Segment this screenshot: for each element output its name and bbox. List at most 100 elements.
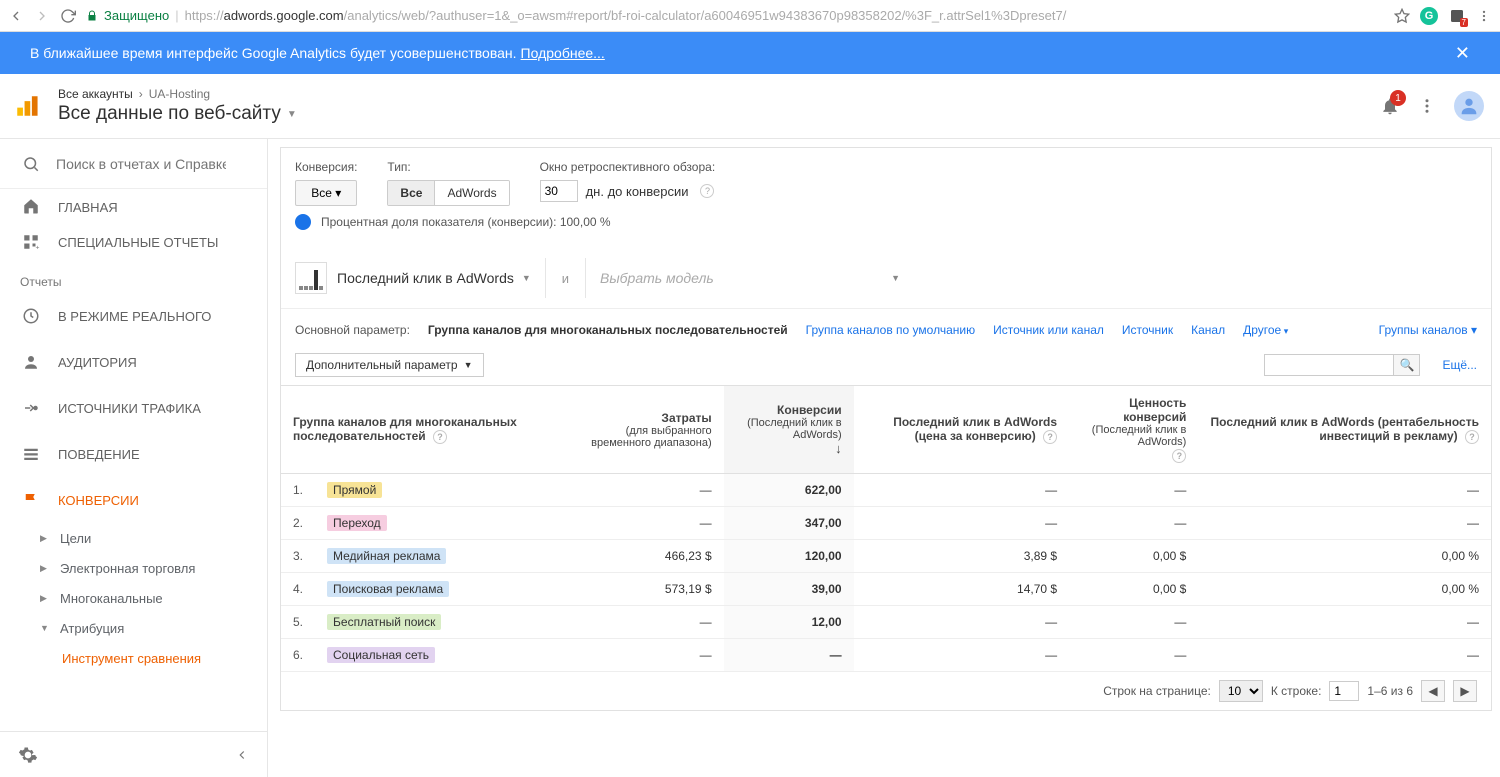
col-cpa[interactable]: Последний клик в AdWords (цена за конвер… bbox=[854, 386, 1069, 474]
extension-icon[interactable]: 7 bbox=[1448, 7, 1466, 25]
dim-tab-2[interactable]: Источник или канал bbox=[993, 315, 1104, 345]
dashboard-icon: + bbox=[22, 233, 40, 251]
model-dropdown[interactable]: Последний клик в AdWords▼ bbox=[337, 270, 531, 286]
user-icon bbox=[22, 353, 40, 371]
type-label: Тип: bbox=[387, 160, 509, 174]
sidebar-sub-attribution[interactable]: ▼Атрибуция bbox=[0, 613, 267, 643]
dim-tab-4[interactable]: Канал bbox=[1191, 315, 1225, 345]
rows-per-page-select[interactable]: 10 bbox=[1219, 680, 1263, 702]
sidebar-item-home[interactable]: ГЛАВНАЯ bbox=[0, 189, 267, 219]
channel-groups-dropdown[interactable]: Группы каналов ▾ bbox=[1379, 323, 1477, 337]
lookback-input[interactable] bbox=[540, 180, 578, 202]
table-row[interactable]: 2.Переход—347,00——— bbox=[281, 507, 1491, 540]
browser-toolbar: Защищено | https://adwords.google.com/an… bbox=[0, 0, 1500, 32]
analytics-logo-icon bbox=[14, 93, 40, 119]
table-search-button[interactable]: 🔍 bbox=[1394, 354, 1420, 376]
reload-icon[interactable] bbox=[60, 8, 76, 24]
model-icon bbox=[295, 262, 327, 294]
conversion-dropdown[interactable]: Все ▾ bbox=[295, 180, 357, 206]
notif-badge: 1 bbox=[1390, 90, 1406, 106]
pager: Строк на странице: 10 К строке: 1–6 из 6… bbox=[281, 672, 1491, 710]
breadcrumb[interactable]: Все аккаунты›UA-Hosting bbox=[58, 87, 297, 101]
goto-row-input[interactable] bbox=[1329, 681, 1359, 701]
col-roi[interactable]: Последний клик в AdWords (рентабельность… bbox=[1198, 386, 1491, 474]
search-input[interactable] bbox=[56, 156, 226, 172]
secure-label: Защищено bbox=[104, 8, 169, 23]
sidebar-search[interactable] bbox=[0, 139, 267, 189]
address-bar[interactable]: Защищено | https://adwords.google.com/an… bbox=[86, 8, 1384, 23]
goto-row-label: К строке: bbox=[1271, 684, 1322, 698]
star-icon[interactable] bbox=[1394, 8, 1410, 24]
sidebar-item-realtime[interactable]: В РЕЖИМЕ РЕАЛЬНОГО bbox=[0, 293, 267, 339]
apps-icon[interactable] bbox=[1418, 97, 1436, 115]
table-row[interactable]: 5.Бесплатный поиск—12,00——— bbox=[281, 606, 1491, 639]
app-header: Все аккаунты›UA-Hosting Все данные по ве… bbox=[0, 74, 1500, 139]
pie-icon bbox=[295, 214, 311, 230]
col-conversions[interactable]: Конверсии(Последний клик в AdWords) ↓ bbox=[724, 386, 854, 474]
dim-tab-0[interactable]: Группа каналов для многоканальных послед… bbox=[428, 315, 788, 345]
flag-icon bbox=[22, 491, 40, 509]
dim-tab-3[interactable]: Источник bbox=[1122, 315, 1173, 345]
table-row[interactable]: 3.Медийная реклама466,23 $120,003,89 $0,… bbox=[281, 540, 1491, 573]
update-banner: В ближайшее время интерфейс Google Analy… bbox=[0, 32, 1500, 74]
sidebar-item-custom[interactable]: + СПЕЦИАЛЬНЫЕ ОТЧЕТЫ bbox=[0, 219, 267, 265]
search-icon bbox=[22, 155, 40, 173]
grammarly-icon[interactable]: G bbox=[1420, 7, 1438, 25]
dim-tab-1[interactable]: Группа каналов по умолчанию bbox=[806, 315, 975, 345]
type-toggle: Все AdWords bbox=[387, 180, 509, 206]
url-text: https://adwords.google.com/analytics/web… bbox=[185, 8, 1067, 23]
menu-icon[interactable] bbox=[1476, 8, 1492, 24]
close-icon[interactable]: ✕ bbox=[1455, 43, 1470, 64]
primary-dim-label: Основной параметр: bbox=[295, 323, 410, 337]
conversion-label: Конверсия: bbox=[295, 160, 357, 174]
sidebar: ГЛАВНАЯ + СПЕЦИАЛЬНЫЕ ОТЧЕТЫ Отчеты В РЕ… bbox=[0, 139, 268, 777]
more-link[interactable]: Ещё... bbox=[1442, 358, 1477, 372]
type-all[interactable]: Все bbox=[388, 181, 435, 205]
col-channel-group[interactable]: Группа каналов для многоканальных послед… bbox=[281, 386, 564, 474]
data-table: Группа каналов для многоканальных послед… bbox=[281, 385, 1491, 672]
pager-range: 1–6 из 6 bbox=[1367, 684, 1413, 698]
collapse-icon[interactable] bbox=[235, 748, 249, 762]
list-icon bbox=[22, 445, 40, 463]
back-icon[interactable] bbox=[8, 8, 24, 24]
pct-text: Процентная доля показателя (конверсии): … bbox=[321, 215, 611, 229]
clock-icon bbox=[22, 307, 40, 325]
sidebar-sub-goals[interactable]: ▶Цели bbox=[0, 523, 267, 553]
banner-text: В ближайшее время интерфейс Google Analy… bbox=[30, 45, 517, 61]
share-icon bbox=[22, 399, 40, 417]
sidebar-item-behavior[interactable]: ПОВЕДЕНИЕ bbox=[0, 431, 267, 477]
table-search-input[interactable] bbox=[1264, 354, 1394, 376]
help-icon[interactable]: ? bbox=[700, 184, 714, 198]
prev-page-button[interactable]: ◀ bbox=[1421, 680, 1445, 702]
sidebar-sub-ecommerce[interactable]: ▶Электронная торговля bbox=[0, 553, 267, 583]
lock-icon bbox=[86, 10, 98, 22]
sidebar-section-label: Отчеты bbox=[0, 265, 267, 293]
next-page-button[interactable]: ▶ bbox=[1453, 680, 1477, 702]
lookback-label: Окно ретроспективного обзора: bbox=[540, 160, 716, 174]
sidebar-sub-multichannel[interactable]: ▶Многоканальные bbox=[0, 583, 267, 613]
table-row[interactable]: 4.Поисковая реклама573,19 $39,0014,70 $0… bbox=[281, 573, 1491, 606]
svg-text:+: + bbox=[36, 245, 40, 252]
sidebar-item-conversions[interactable]: КОНВЕРСИИ bbox=[0, 477, 267, 523]
sidebar-sub-comparison-tool[interactable]: Инструмент сравнения bbox=[0, 643, 267, 673]
sidebar-item-audience[interactable]: АУДИТОРИЯ bbox=[0, 339, 267, 385]
view-title[interactable]: Все данные по веб-сайту▼ bbox=[58, 103, 297, 125]
banner-link[interactable]: Подробнее... bbox=[521, 45, 605, 61]
notifications-icon[interactable]: 1 bbox=[1380, 96, 1400, 116]
type-adwords[interactable]: AdWords bbox=[435, 181, 508, 205]
sidebar-item-acquisition[interactable]: ИСТОЧНИКИ ТРАФИКА bbox=[0, 385, 267, 431]
content-area: Конверсия: Все ▾ Тип: Все AdWords Окно р… bbox=[268, 139, 1500, 777]
avatar[interactable] bbox=[1454, 91, 1484, 121]
table-row[interactable]: 1.Прямой—622,00——— bbox=[281, 474, 1491, 507]
col-value[interactable]: Ценность конверсий(Последний клик в AdWo… bbox=[1069, 386, 1198, 474]
gear-icon[interactable] bbox=[18, 745, 38, 765]
compare-model-dropdown[interactable]: Выбрать модель▼ bbox=[600, 270, 900, 286]
forward-icon[interactable] bbox=[34, 8, 50, 24]
home-icon bbox=[22, 197, 40, 215]
dim-tab-other[interactable]: Другое bbox=[1243, 315, 1288, 345]
rows-per-page-label: Строк на странице: bbox=[1103, 684, 1211, 698]
secondary-dim-dropdown[interactable]: Дополнительный параметр▼ bbox=[295, 353, 484, 377]
lookback-suffix: дн. до конверсии bbox=[586, 184, 689, 199]
table-row[interactable]: 6.Социальная сеть————— bbox=[281, 639, 1491, 672]
col-cost[interactable]: Затраты(для выбранного временного диапаз… bbox=[564, 386, 724, 474]
